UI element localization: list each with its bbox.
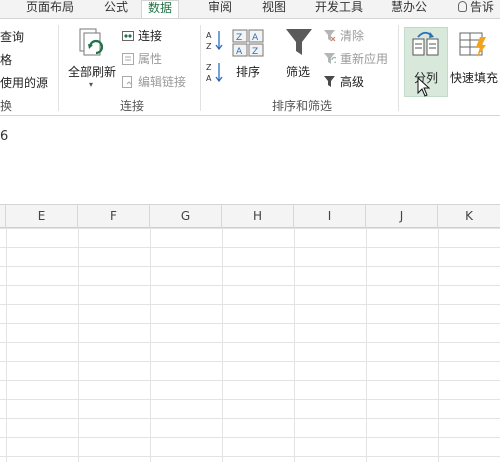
edit-links-button[interactable]: 编辑链接 bbox=[122, 73, 186, 90]
properties-button[interactable]: 属性 bbox=[122, 50, 162, 67]
svg-text:Z: Z bbox=[252, 47, 258, 57]
tab-page-layout[interactable]: 页面布局 bbox=[26, 0, 74, 18]
properties-icon bbox=[122, 53, 134, 65]
connections-button[interactable]: 连接 bbox=[122, 27, 162, 44]
column-headers: E F G H I J K bbox=[0, 204, 500, 228]
group-label-connections: 连接 bbox=[120, 99, 145, 113]
formula-bar-area: 6 bbox=[0, 117, 500, 197]
flash-fill-icon bbox=[459, 32, 486, 57]
svg-text:A: A bbox=[206, 74, 212, 83]
advanced-filter-icon bbox=[324, 76, 335, 87]
sort-icon: Z A A Z bbox=[232, 29, 264, 57]
cell-area[interactable] bbox=[0, 228, 500, 462]
refresh-all-label: 全部刷新 bbox=[68, 65, 117, 79]
group-divider bbox=[58, 25, 59, 111]
svg-text:Z: Z bbox=[206, 63, 212, 72]
tab-data[interactable]: 数据 bbox=[141, 0, 180, 18]
funnel-icon bbox=[286, 29, 312, 55]
reapply-button[interactable]: 重新应用 bbox=[324, 50, 388, 67]
group-divider bbox=[200, 25, 201, 111]
tab-developer[interactable]: 开发工具 bbox=[315, 0, 363, 18]
column-header-k[interactable]: K bbox=[438, 205, 500, 228]
get-query-button[interactable]: 查询 bbox=[0, 28, 24, 45]
flash-fill-label: 快速填充 bbox=[450, 71, 499, 85]
group-label-get-transform: 换 bbox=[0, 99, 13, 113]
sort-label: 排序 bbox=[236, 65, 261, 79]
tab-review[interactable]: 审阅 bbox=[208, 0, 232, 18]
svg-text:A: A bbox=[252, 33, 259, 43]
sort-za-button[interactable]: Z A bbox=[206, 61, 226, 83]
filter-label: 筛选 bbox=[286, 65, 311, 79]
mouse-pointer-icon bbox=[417, 77, 431, 97]
tab-view[interactable]: 视图 bbox=[262, 0, 286, 18]
group-label-sort-filter: 排序和筛选 bbox=[272, 99, 333, 113]
column-header-i[interactable]: I bbox=[294, 205, 366, 228]
tab-formulas[interactable]: 公式 bbox=[104, 0, 128, 18]
tab-tell-me[interactable]: 告诉 bbox=[458, 0, 494, 18]
svg-text:A: A bbox=[236, 47, 243, 57]
refresh-all-icon bbox=[79, 28, 104, 56]
advanced-filter-button[interactable]: 高级 bbox=[324, 73, 364, 90]
sort-descending-icon: Z A bbox=[206, 63, 223, 83]
column-header-h[interactable]: H bbox=[222, 205, 294, 228]
tell-me-label: 告诉 bbox=[470, 0, 495, 14]
svg-text:Z: Z bbox=[236, 33, 242, 43]
sort-button[interactable]: Z A A Z 排序 bbox=[230, 25, 266, 95]
chevron-down-icon: ▾ bbox=[89, 80, 94, 89]
filter-button[interactable]: 筛选 bbox=[282, 25, 316, 95]
svg-text:A: A bbox=[206, 31, 212, 40]
edit-links-icon bbox=[122, 76, 133, 88]
column-header-f[interactable]: F bbox=[78, 205, 150, 228]
column-header-j[interactable]: J bbox=[366, 205, 438, 228]
sort-az-button[interactable]: A Z bbox=[206, 29, 226, 51]
ribbon-tab-bar: 页面布局 公式 数据 审阅 视图 开发工具 慧办公 告诉 bbox=[0, 0, 500, 18]
refresh-all-button[interactable]: 全部刷新 ▾ bbox=[66, 25, 118, 95]
clear-filter-icon bbox=[324, 30, 336, 42]
flash-fill-button[interactable]: 快速填充 bbox=[450, 27, 500, 97]
tab-huibangong[interactable]: 慧办公 bbox=[391, 0, 427, 18]
ribbon: 查询 格 使用的源 换 全部刷新 ▾ 连接 属性 编辑链接 连接 A Z Z A… bbox=[0, 18, 500, 116]
text-to-columns-icon bbox=[412, 31, 439, 56]
column-header-e[interactable]: E bbox=[6, 205, 78, 228]
reapply-icon bbox=[324, 53, 336, 64]
recent-sources-button[interactable]: 使用的源 bbox=[0, 74, 48, 91]
formula-bar-value[interactable]: 6 bbox=[0, 129, 8, 144]
spreadsheet-grid: E F G H I J K bbox=[0, 204, 500, 462]
connections-icon bbox=[122, 31, 134, 41]
lightbulb-icon bbox=[458, 1, 467, 12]
group-divider bbox=[398, 25, 399, 111]
svg-text:Z: Z bbox=[206, 42, 212, 51]
from-table-button[interactable]: 格 bbox=[0, 51, 12, 68]
sort-ascending-icon: A Z bbox=[206, 31, 223, 51]
clear-filter-button[interactable]: 清除 bbox=[324, 27, 364, 44]
column-header-g[interactable]: G bbox=[150, 205, 222, 228]
